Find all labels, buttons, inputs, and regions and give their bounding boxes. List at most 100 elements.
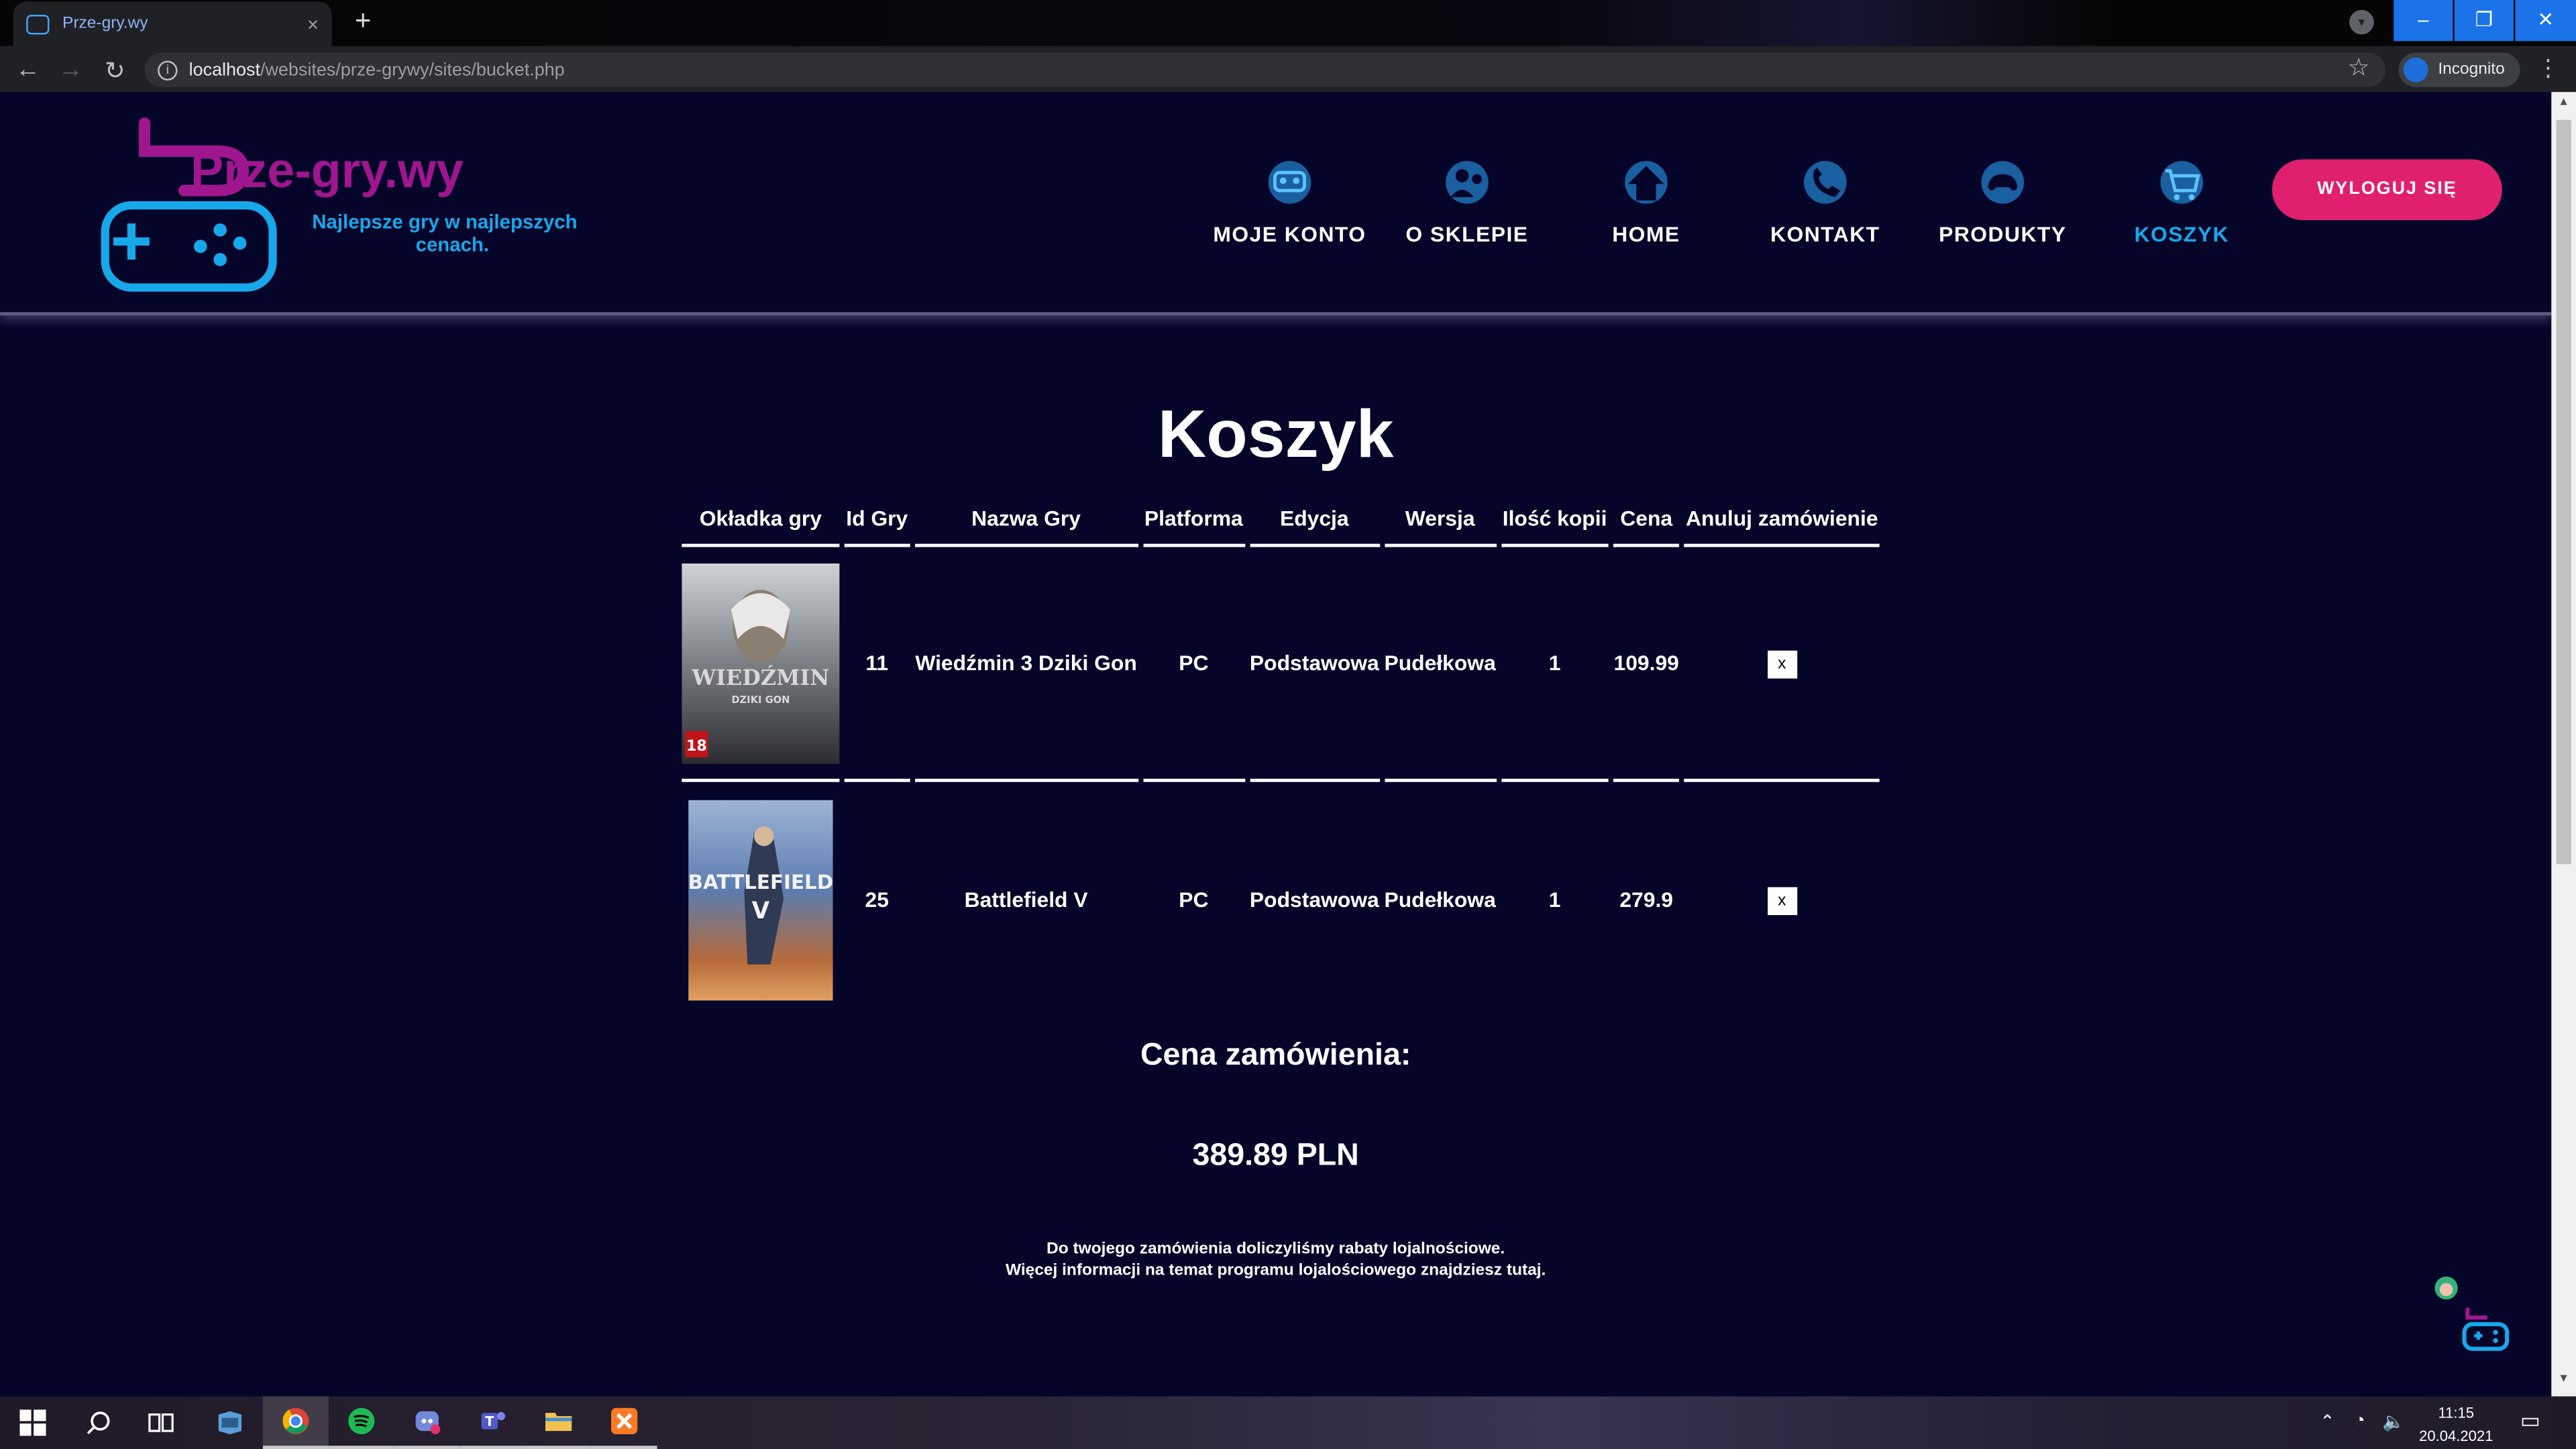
url-host: localhost — [189, 60, 260, 80]
back-arrow-icon[interactable]: ← — [15, 56, 41, 84]
table-row: WIEDŹMIN DZIKI GON 18 11 Wiedźmin 3 Dzik… — [682, 547, 1880, 782]
page-title: Koszyk — [1157, 396, 1394, 472]
phone-icon — [1804, 161, 1847, 204]
site-favicon-icon — [26, 13, 50, 34]
teams-icon[interactable]: T — [460, 1397, 526, 1449]
battlefield-cover-image: BATTLEFIELD V — [688, 799, 833, 1000]
brand-name: Prze-gry.wy — [191, 144, 464, 199]
game-quantity: 1 — [1501, 547, 1609, 782]
column-header: Anuluj zamówienie — [1684, 493, 1880, 547]
loyalty-note-line-1: Do twojego zamówienia doliczyliśmy rabat… — [1046, 1240, 1505, 1258]
cover-cell: WIEDŹMIN DZIKI GON 18 — [682, 547, 840, 782]
notifications-icon[interactable]: ▭ — [2520, 1408, 2540, 1434]
logout-button[interactable]: WYLOGUJ SIĘ — [2271, 159, 2502, 221]
nav-home[interactable]: HOME — [1558, 158, 1735, 250]
nav-moje-konto[interactable]: MOJE KONTO — [1201, 158, 1378, 250]
column-header: Ilość kopii — [1501, 493, 1609, 547]
browser-menu-icon[interactable]: ⋮ — [2536, 54, 2559, 83]
column-header: Wersja — [1384, 493, 1496, 547]
cart-table: Okładka gry Id Gry Nazwa Gry Platforma E… — [677, 493, 1884, 1017]
nav-label: PRODUKTY — [1939, 221, 2067, 247]
xampp-icon[interactable] — [591, 1397, 657, 1449]
order-total-value: 389.89 PLN — [1192, 1138, 1359, 1173]
cancel-cell: x — [1684, 782, 1880, 1017]
discord-icon[interactable] — [394, 1397, 460, 1449]
game-platform: PC — [1179, 887, 1209, 912]
file-explorer-icon[interactable] — [525, 1397, 592, 1449]
address-bar[interactable]: i localhost /websites/prze-grywy/sites/b… — [144, 52, 2385, 87]
floating-gamepad-icon[interactable] — [2432, 1275, 2514, 1356]
browser-toolbar: ← → ↻ i localhost /websites/prze-grywy/s… — [0, 46, 2576, 93]
cancel-cell: x — [1684, 547, 1880, 782]
new-tab-button[interactable]: + — [345, 5, 381, 38]
page-scrollbar[interactable]: ▲ ▼ — [2551, 92, 2576, 1397]
browser-tab-strip: Prze-gry.wy × + ▾ – ❐ ✕ — [0, 0, 2576, 46]
loyalty-note: Do twojego zamówienia doliczyliśmy rabat… — [0, 1239, 2551, 1282]
home-icon — [1625, 161, 1668, 204]
cancel-order-button[interactable]: x — [1767, 886, 1797, 914]
nav-produkty[interactable]: PRODUKTY — [1914, 158, 2091, 250]
search-icon[interactable] — [66, 1397, 131, 1449]
game-id: 25 — [865, 887, 889, 912]
battlefield-cover-subtitle: V — [752, 897, 770, 924]
svg-text:T: T — [485, 1414, 494, 1430]
reload-icon[interactable]: ↻ — [102, 56, 128, 86]
windows-start-icon[interactable] — [0, 1397, 66, 1449]
cancel-order-button[interactable]: x — [1767, 649, 1797, 678]
edge-icon[interactable] — [197, 1397, 263, 1449]
table-row: BATTLEFIELD V 25 Battlefield V PC Podsta… — [682, 782, 1880, 1017]
task-view-icon[interactable] — [128, 1397, 194, 1449]
nav-koszyk[interactable]: KOSZYK — [2093, 158, 2270, 250]
restore-button[interactable]: ❐ — [2454, 0, 2514, 42]
loyalty-note-line-2[interactable]: Więcej informacji na temat programu loja… — [1006, 1262, 1546, 1280]
clock-date: 20.04.2021 — [2419, 1428, 2493, 1444]
game-version: Pudełkowa — [1384, 887, 1496, 912]
scroll-down-arrow-icon[interactable]: ▼ — [2558, 1373, 2569, 1385]
nav-label: O SKLEPIE — [1405, 221, 1529, 247]
column-header: Platforma — [1142, 493, 1245, 547]
show-hidden-icons-icon[interactable]: ⌃ — [2320, 1411, 2335, 1432]
battlefield-cover-title: BATTLEFIELD — [688, 870, 833, 893]
incognito-profile-button[interactable]: Incognito — [2398, 52, 2520, 87]
game-name: Wiedźmin 3 Dziki Gon — [914, 547, 1138, 782]
nav-label: KONTAKT — [1770, 221, 1880, 247]
tab-close-button[interactable]: × — [307, 12, 319, 35]
cover-cell: BATTLEFIELD V — [682, 782, 839, 1017]
game-name: Battlefield V — [964, 887, 1088, 912]
column-header: Okładka gry — [682, 493, 840, 547]
site-info-icon[interactable]: i — [158, 60, 178, 80]
minimize-button[interactable]: – — [2394, 0, 2453, 42]
tab-search-icon[interactable]: ▾ — [2349, 9, 2374, 35]
forward-arrow-icon[interactable]: → — [58, 56, 84, 84]
age-rating-badge: 18 — [686, 737, 707, 754]
nav-o-sklepie[interactable]: O SKLEPIE — [1379, 158, 1556, 250]
site-logo-icon[interactable] — [95, 115, 621, 304]
windows-taskbar: T ⌃ ◔ 🔈 11:15 20.04.2021 ▭ — [0, 1396, 2576, 1449]
spotify-icon[interactable] — [328, 1397, 394, 1449]
close-window-button[interactable]: ✕ — [2515, 0, 2576, 42]
order-total-label: Cena zamówienia: — [1140, 1038, 1411, 1073]
bookmark-star-icon[interactable]: ☆ — [2348, 52, 2370, 83]
game-price: 279.9 — [1619, 887, 1674, 912]
network-icon[interactable]: ◔ — [2354, 1411, 2365, 1431]
column-header: Edycja — [1249, 493, 1380, 547]
nav-label: HOME — [1612, 221, 1680, 247]
brand-tagline: Najlepsze gry w najlepszych cenach. — [312, 210, 641, 256]
game-quantity: 1 — [1548, 887, 1561, 912]
tab-title: Prze-gry.wy — [62, 15, 148, 33]
column-header: Id Gry — [844, 493, 910, 547]
chrome-icon[interactable] — [262, 1396, 329, 1449]
volume-icon[interactable]: 🔈 — [2382, 1411, 2405, 1432]
nav-kontakt[interactable]: KONTAKT — [1737, 158, 1914, 250]
web-page: Prze-gry.wy Najlepsze gry w najlepszych … — [0, 92, 2552, 1397]
game-id: 11 — [844, 547, 910, 782]
system-clock[interactable]: 11:15 20.04.2021 — [2405, 1401, 2507, 1448]
incognito-avatar-icon — [2403, 57, 2428, 83]
cart-icon — [2160, 161, 2204, 204]
witcher-cover-subtitle: DZIKI GON — [731, 694, 790, 705]
account-icon — [1268, 161, 1311, 204]
browser-tab[interactable]: Prze-gry.wy × — [13, 1, 332, 46]
scroll-up-arrow-icon[interactable]: ▲ — [2558, 97, 2569, 108]
scrollbar-thumb[interactable] — [2556, 119, 2571, 865]
game-price: 109.99 — [1613, 547, 1680, 782]
